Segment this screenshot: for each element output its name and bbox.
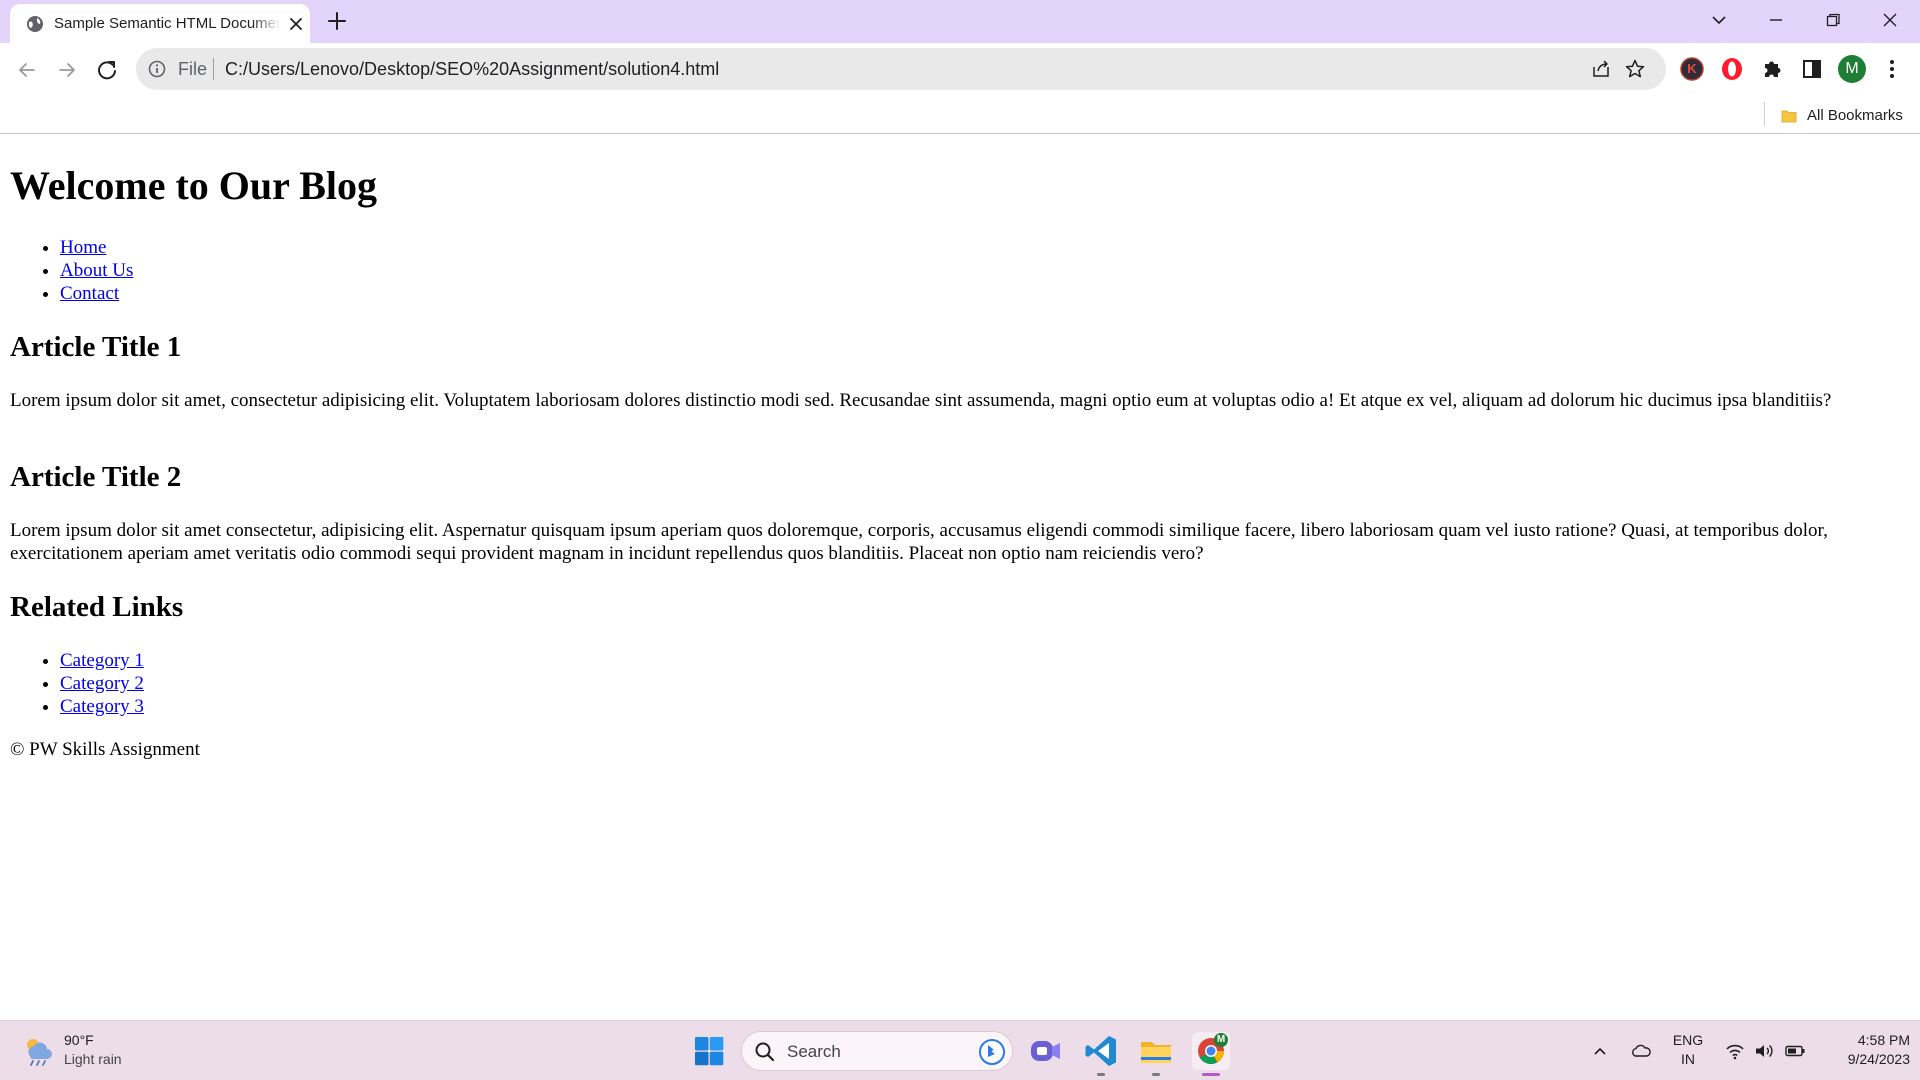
bookmarks-bar: All Bookmarks bbox=[0, 96, 1920, 134]
nav-item-home: Home bbox=[60, 236, 133, 259]
browser-toolbar: File C:/Users/Lenovo/Desktop/SEO%20Assig… bbox=[0, 43, 1920, 96]
article-2-body: Lorem ipsum dolor sit amet consectetur, … bbox=[10, 520, 1828, 564]
page-footer: © PW Skills Assignment bbox=[10, 739, 200, 760]
site-info-icon[interactable] bbox=[148, 60, 166, 78]
close-tab-icon[interactable] bbox=[288, 16, 304, 32]
more-menu-icon[interactable] bbox=[1878, 55, 1906, 83]
page-viewport: Welcome to Our Blog Home About Us Contac… bbox=[0, 134, 1920, 1020]
vscode-icon[interactable] bbox=[1082, 1032, 1120, 1070]
bookmarks-separator bbox=[1764, 102, 1765, 126]
nav-item-contact: Contact bbox=[60, 282, 133, 305]
url-separator bbox=[213, 58, 214, 80]
tab-title: Sample Semantic HTML Document bbox=[54, 15, 280, 32]
weather-condition: Light rain bbox=[64, 1051, 122, 1067]
file-explorer-icon[interactable] bbox=[1137, 1032, 1175, 1070]
browser-tab-active[interactable]: Sample Semantic HTML Document bbox=[10, 4, 310, 43]
related-links-heading: Related Links bbox=[10, 591, 184, 623]
chrome-taskbar-button[interactable]: M bbox=[1192, 1032, 1230, 1070]
back-arrow-icon[interactable] bbox=[13, 56, 41, 84]
wifi-icon[interactable] bbox=[1724, 1040, 1746, 1062]
extension-k-icon[interactable]: K bbox=[1678, 55, 1706, 83]
extensions-puzzle-icon[interactable] bbox=[1758, 55, 1786, 83]
clock-time: 4:58 PM bbox=[1857, 1032, 1910, 1048]
opera-icon[interactable] bbox=[1718, 55, 1746, 83]
desktop-screen: Sample Semantic HTML Document File C:/Us… bbox=[0, 0, 1920, 1080]
all-bookmarks-folder[interactable]: All Bookmarks bbox=[1776, 104, 1912, 128]
onedrive-cloud-icon[interactable] bbox=[1630, 1040, 1652, 1062]
folder-icon bbox=[1781, 110, 1797, 123]
volume-icon[interactable] bbox=[1753, 1040, 1775, 1062]
side-panel-icon[interactable] bbox=[1798, 55, 1826, 83]
forward-arrow-icon[interactable] bbox=[53, 56, 81, 84]
chrome-active-indicator bbox=[1202, 1073, 1220, 1076]
battery-icon[interactable] bbox=[1784, 1040, 1806, 1062]
rain-cloud-icon bbox=[27, 1039, 52, 1066]
weather-widget[interactable]: 90°F Light rain bbox=[18, 1030, 138, 1072]
all-bookmarks-label: All Bookmarks bbox=[1807, 107, 1903, 124]
explorer-running-indicator bbox=[1152, 1073, 1160, 1076]
bookmark-star-icon[interactable] bbox=[1624, 58, 1646, 80]
nav-link-about-us[interactable]: About Us bbox=[60, 260, 133, 281]
search-icon bbox=[755, 1042, 775, 1062]
new-tab-button[interactable] bbox=[325, 9, 349, 33]
language-region: IN bbox=[1681, 1051, 1695, 1067]
teams-meet-icon[interactable] bbox=[1026, 1032, 1064, 1070]
nav-link-contact[interactable]: Contact bbox=[60, 283, 119, 304]
related-link-category-3[interactable]: Category 3 bbox=[60, 696, 144, 717]
share-icon[interactable] bbox=[1590, 58, 1612, 80]
taskbar-search-box[interactable]: Search bbox=[741, 1031, 1013, 1071]
chrome-profile-badge: M bbox=[1216, 1034, 1226, 1045]
profile-avatar[interactable]: M bbox=[1838, 55, 1866, 83]
related-link-category-1[interactable]: Category 1 bbox=[60, 650, 144, 671]
extension-k-label: K bbox=[1687, 61, 1697, 76]
system-clock[interactable]: 4:58 PM 9/24/2023 bbox=[1810, 1031, 1910, 1071]
page-heading: Welcome to Our Blog bbox=[10, 163, 377, 208]
minimize-icon[interactable] bbox=[1762, 6, 1790, 34]
nav-item-about: About Us bbox=[60, 259, 133, 282]
article-1-body: Lorem ipsum dolor sit amet, consectetur … bbox=[10, 390, 1832, 411]
address-bar[interactable]: File C:/Users/Lenovo/Desktop/SEO%20Assig… bbox=[136, 48, 1666, 90]
restore-icon[interactable] bbox=[1819, 6, 1847, 34]
related-item-1: Category 1 bbox=[60, 649, 144, 672]
weather-temperature: 90°F bbox=[64, 1032, 94, 1048]
language-indicator[interactable]: ENG IN bbox=[1666, 1031, 1710, 1071]
vscode-running-indicator bbox=[1097, 1073, 1105, 1076]
related-link-category-2[interactable]: Category 2 bbox=[60, 673, 144, 694]
article-2-title: Article Title 2 bbox=[10, 461, 182, 493]
nav-link-home[interactable]: Home bbox=[60, 237, 106, 258]
article-1-title: Article Title 1 bbox=[10, 331, 182, 363]
language-code: ENG bbox=[1672, 1032, 1704, 1048]
bing-chat-icon[interactable] bbox=[978, 1038, 1006, 1066]
main-nav: Home About Us Contact bbox=[10, 236, 133, 305]
url-scheme-label: File bbox=[178, 59, 208, 79]
tab-search-chevron-icon[interactable] bbox=[1705, 6, 1733, 34]
chevron-up-icon[interactable] bbox=[1589, 1040, 1611, 1062]
windows-start-icon[interactable] bbox=[690, 1032, 728, 1070]
close-window-icon[interactable] bbox=[1876, 6, 1904, 34]
globe-icon bbox=[27, 16, 43, 32]
related-item-2: Category 2 bbox=[60, 672, 144, 695]
windows-taskbar: 90°F Light rain Search M ENG IN 4:58 PM … bbox=[0, 1020, 1920, 1080]
taskbar-search-placeholder: Search bbox=[787, 1042, 841, 1061]
related-item-3: Category 3 bbox=[60, 695, 144, 718]
url-text[interactable]: C:/Users/Lenovo/Desktop/SEO%20Assignment… bbox=[225, 59, 719, 80]
browser-tab-strip: Sample Semantic HTML Document bbox=[0, 0, 1920, 43]
reload-icon[interactable] bbox=[93, 56, 121, 84]
related-links-list: Category 1 Category 2 Category 3 bbox=[10, 649, 144, 718]
clock-date: 9/24/2023 bbox=[1847, 1051, 1910, 1067]
